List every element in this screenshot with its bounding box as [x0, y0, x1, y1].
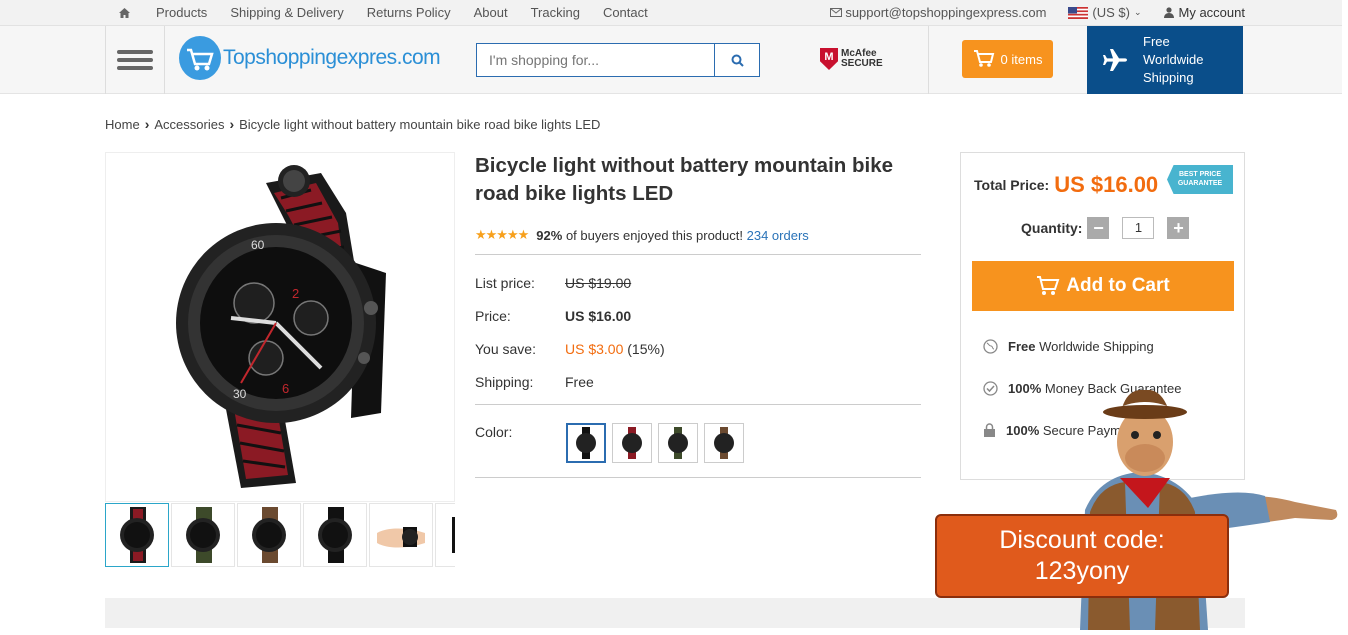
list-price-value: US $19.00 — [565, 275, 632, 291]
cart-button[interactable]: 0 items — [962, 40, 1053, 78]
my-account-link[interactable]: My account — [1163, 5, 1245, 20]
lock-icon — [984, 423, 995, 437]
divider — [475, 254, 921, 255]
globe-icon — [983, 339, 998, 354]
main-product-image[interactable]: 60 30 2 6 — [105, 152, 455, 502]
list-price-label: List price: — [475, 275, 535, 291]
best-price-guarantee-badge: BEST PRICE GUARANTEE — [1167, 165, 1233, 194]
nav-about[interactable]: About — [474, 5, 508, 20]
my-account-label: My account — [1178, 5, 1245, 20]
thumbnail-2[interactable] — [171, 503, 235, 567]
thumbnail-4[interactable] — [303, 503, 367, 567]
breadcrumb: Home › Accessories › Bicycle light witho… — [105, 116, 600, 132]
rating-text: of buyers enjoyed this product! — [565, 227, 743, 243]
thumbnail-strip — [105, 503, 455, 568]
check-circle-icon — [983, 381, 998, 396]
chevron-right-icon: › — [144, 116, 150, 132]
svg-text:6: 6 — [282, 381, 289, 396]
site-header: Topshoppingexpres.com M McAfee SECURE 0 … — [0, 26, 1342, 94]
search-box — [476, 43, 760, 77]
add-to-cart-button[interactable]: Add to Cart — [972, 261, 1234, 311]
mcafee-line2: SECURE — [841, 58, 883, 69]
breadcrumb-home[interactable]: Home — [105, 117, 140, 132]
thumbnail-6[interactable] — [435, 503, 455, 567]
logo-text: Topshoppingexpres.com — [223, 46, 441, 69]
cart-count: 0 items — [1000, 51, 1043, 67]
search-button[interactable] — [714, 44, 759, 76]
svg-text:30: 30 — [233, 387, 247, 401]
cart-icon — [973, 50, 994, 67]
total-price-value: US $16.00 — [1054, 172, 1159, 197]
mcafee-shield-icon: M — [820, 48, 838, 70]
discount-code-banner: Discount code: 123yony — [935, 514, 1229, 598]
search-icon — [731, 54, 744, 67]
top-nav: Products Shipping & Delivery Returns Pol… — [156, 5, 648, 20]
nav-shipping-delivery[interactable]: Shipping & Delivery — [230, 5, 343, 20]
nav-products[interactable]: Products — [156, 5, 207, 20]
color-swatch-black[interactable] — [566, 423, 606, 463]
top-bar: Products Shipping & Delivery Returns Pol… — [0, 0, 1342, 26]
nav-contact[interactable]: Contact — [603, 5, 648, 20]
home-icon[interactable] — [119, 6, 130, 21]
svg-text:2: 2 — [292, 286, 299, 301]
save-percent: (15%) — [627, 341, 665, 357]
color-swatch-green[interactable] — [658, 423, 698, 463]
breadcrumb-accessories[interactable]: Accessories — [154, 117, 224, 132]
search-input[interactable] — [477, 44, 715, 76]
star-rating-icon: ★★★★★ — [475, 227, 529, 242]
shipping-value: Free — [565, 374, 594, 390]
hamburger-icon — [117, 50, 153, 54]
you-save-label: You save: — [475, 341, 536, 357]
shipping-label: Shipping: — [475, 374, 534, 390]
currency-selector[interactable]: (US $) ⌄ — [1068, 5, 1142, 20]
svg-text:60: 60 — [251, 238, 265, 252]
chevron-down-icon: ⌄ — [1133, 7, 1142, 17]
menu-button[interactable] — [105, 26, 165, 94]
orders-link[interactable]: 234 orders — [747, 228, 809, 243]
discount-code-value: 123yony — [1034, 557, 1130, 585]
airplane-icon — [1103, 49, 1127, 71]
color-swatch-brown[interactable] — [704, 423, 744, 463]
support-email-link[interactable]: support@topshoppingexpress.com — [830, 5, 1046, 20]
mcafee-secure-badge: M McAfee SECURE — [820, 48, 883, 70]
price-label: Price: — [475, 308, 511, 324]
breadcrumb-current: Bicycle light without battery mountain b… — [239, 116, 601, 132]
envelope-icon — [830, 8, 843, 17]
site-logo[interactable]: Topshoppingexpres.com — [179, 36, 441, 80]
quantity-label: Quantity: — [1021, 220, 1083, 236]
cowboy-mascot — [1040, 389, 1345, 635]
cart-logo-icon — [179, 36, 221, 80]
feature-free-shipping: Free Worldwide Shipping — [983, 339, 1154, 354]
discount-code-label: Discount code: — [999, 526, 1165, 554]
divider — [475, 477, 921, 478]
free-shipping-banner[interactable]: Free Worldwide Shipping — [1087, 26, 1243, 94]
quantity-decrease-button[interactable]: − — [1087, 217, 1110, 239]
us-flag-icon — [1068, 6, 1089, 19]
thumbnail-3[interactable] — [237, 503, 301, 567]
rating-percent: 92% — [536, 227, 563, 243]
user-icon — [1163, 7, 1174, 18]
color-swatch-red[interactable] — [612, 423, 652, 463]
thumbnail-5[interactable] — [369, 503, 433, 567]
thumbnail-1[interactable] — [105, 503, 169, 567]
quantity-increase-button[interactable]: + — [1167, 217, 1190, 239]
nav-returns-policy[interactable]: Returns Policy — [367, 5, 451, 20]
rating-row: ★★★★★ 92% of buyers enjoyed this product… — [475, 227, 809, 243]
add-to-cart-label: Add to Cart — [1066, 275, 1170, 296]
color-swatches — [566, 423, 744, 463]
save-amount: US $3.00 — [565, 341, 624, 357]
product-title: Bicycle light without battery mountain b… — [475, 154, 894, 205]
support-email: support@topshoppingexpress.com — [845, 5, 1047, 20]
currency-label: (US $) — [1092, 5, 1130, 20]
total-price-label: Total Price: — [974, 177, 1050, 193]
color-label: Color: — [475, 424, 513, 440]
divider — [475, 404, 921, 405]
free-shipping-label: Free Worldwide Shipping — [1143, 34, 1204, 85]
cart-icon — [1037, 276, 1060, 295]
price-value: US $16.00 — [565, 308, 632, 324]
nav-tracking[interactable]: Tracking — [531, 5, 580, 20]
quantity-input[interactable]: 1 — [1122, 217, 1155, 239]
chevron-right-icon: › — [229, 116, 235, 132]
